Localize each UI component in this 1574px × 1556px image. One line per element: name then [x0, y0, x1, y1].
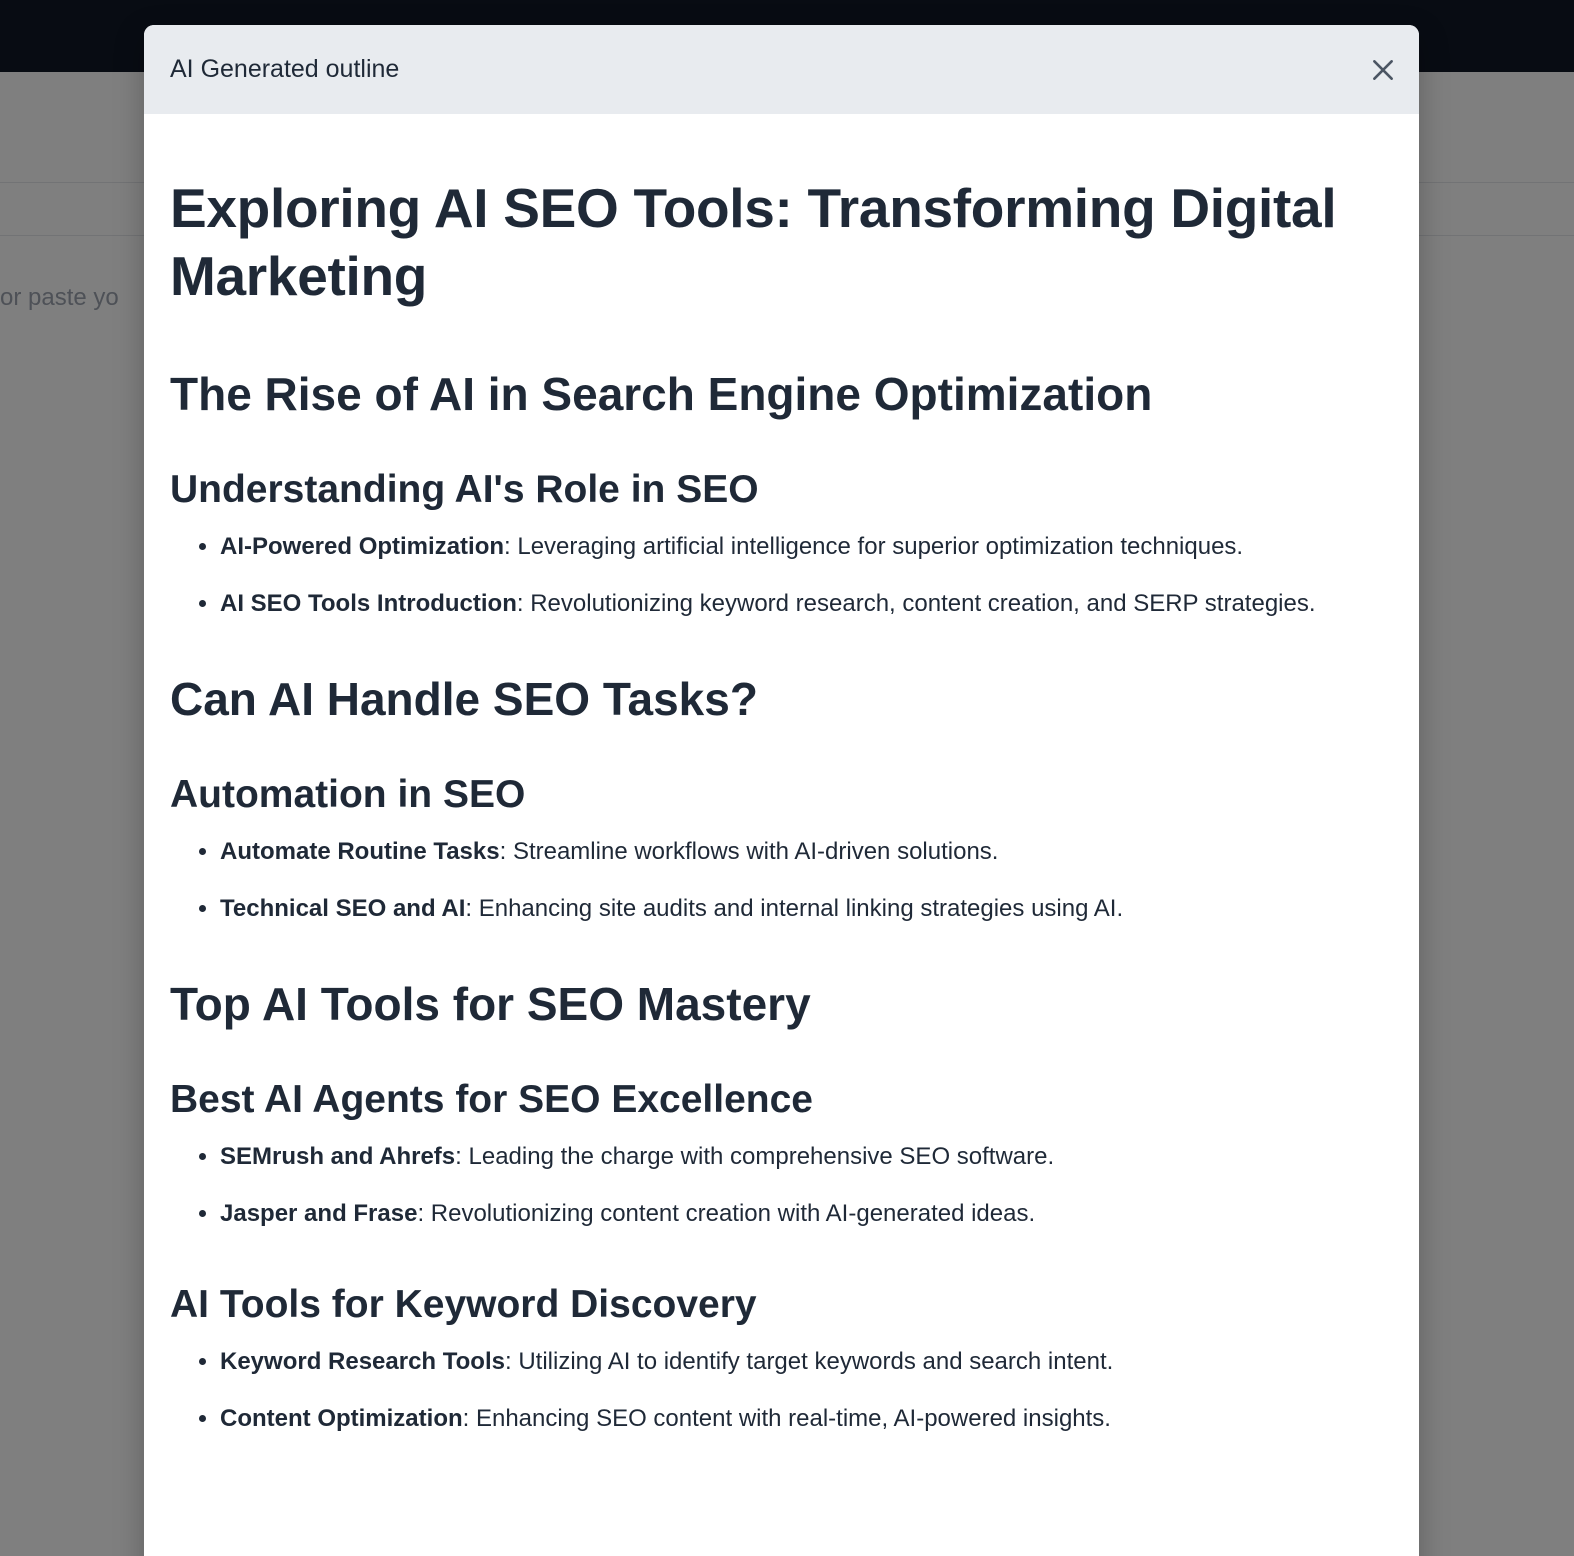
list-item: Content Optimization: Enhancing SEO cont…	[220, 1402, 1393, 1436]
point-label: AI SEO Tools Introduction	[220, 590, 517, 617]
point-label: Keyword Research Tools	[220, 1348, 505, 1375]
outline-title: Exploring AI SEO Tools: Transforming Dig…	[170, 177, 1337, 307]
bullet-list: SEMrush and Ahrefs: Leading the charge w…	[170, 1140, 1393, 1231]
list-item: Keyword Research Tools: Utilizing AI to …	[220, 1345, 1393, 1379]
point-label: Technical SEO and AI	[220, 895, 466, 922]
point-text: : Enhancing site audits and internal lin…	[465, 895, 1124, 922]
bullet-list: Keyword Research Tools: Utilizing AI to …	[170, 1345, 1393, 1436]
list-item: SEMrush and Ahrefs: Leading the charge w…	[220, 1140, 1393, 1174]
modal-header: AI Generated outline	[144, 25, 1419, 114]
modal-body: Exploring AI SEO Tools: Transforming Dig…	[144, 114, 1419, 1436]
close-button[interactable]	[1363, 50, 1403, 90]
list-item: AI SEO Tools Introduction: Revolutionizi…	[220, 587, 1393, 621]
list-item: Jasper and Frase: Revolutionizing conten…	[220, 1197, 1393, 1231]
subsection-heading: Automation in SEO	[170, 773, 526, 816]
point-text: : Leveraging artificial intelligence for…	[504, 533, 1244, 560]
section-heading: Top AI Tools for SEO Mastery	[170, 978, 811, 1030]
point-text: : Revolutionizing keyword research, cont…	[516, 590, 1316, 617]
bullet-list: Automate Routine Tasks: Streamline workf…	[170, 835, 1393, 926]
section-heading: Can AI Handle SEO Tasks?	[170, 673, 758, 725]
point-label: Jasper and Frase	[220, 1200, 418, 1227]
point-label: Automate Routine Tasks	[220, 838, 500, 865]
list-item: Technical SEO and AI: Enhancing site aud…	[220, 892, 1393, 926]
point-text: : Streamline workflows with AI-driven so…	[499, 838, 999, 865]
list-item: Automate Routine Tasks: Streamline workf…	[220, 835, 1393, 869]
point-text: : Enhancing SEO content with real-time, …	[462, 1405, 1111, 1432]
subsection-heading: AI Tools for Keyword Discovery	[170, 1283, 757, 1326]
point-label: AI-Powered Optimization	[220, 533, 505, 560]
bullet-list: AI-Powered Optimization: Leveraging arti…	[170, 530, 1393, 621]
subsection-heading: Best AI Agents for SEO Excellence	[170, 1078, 813, 1121]
subsection-heading: Understanding AI's Role in SEO	[170, 468, 759, 511]
point-label: SEMrush and Ahrefs	[220, 1143, 456, 1170]
point-text: : Utilizing AI to identify target keywor…	[504, 1348, 1114, 1375]
ai-outline-modal: AI Generated outline Exploring AI SEO To…	[144, 25, 1419, 1556]
point-label: Content Optimization	[220, 1405, 463, 1432]
close-icon	[1373, 59, 1393, 80]
point-text: : Revolutionizing content creation with …	[417, 1200, 1036, 1227]
point-text: : Leading the charge with comprehensive …	[455, 1143, 1055, 1170]
modal-title: AI Generated outline	[170, 55, 400, 83]
section-heading: The Rise of AI in Search Engine Optimiza…	[170, 368, 1153, 420]
app-root: ft or paste yo AI Generated outline Expl…	[0, 0, 1574, 1556]
list-item: AI-Powered Optimization: Leveraging arti…	[220, 530, 1393, 564]
